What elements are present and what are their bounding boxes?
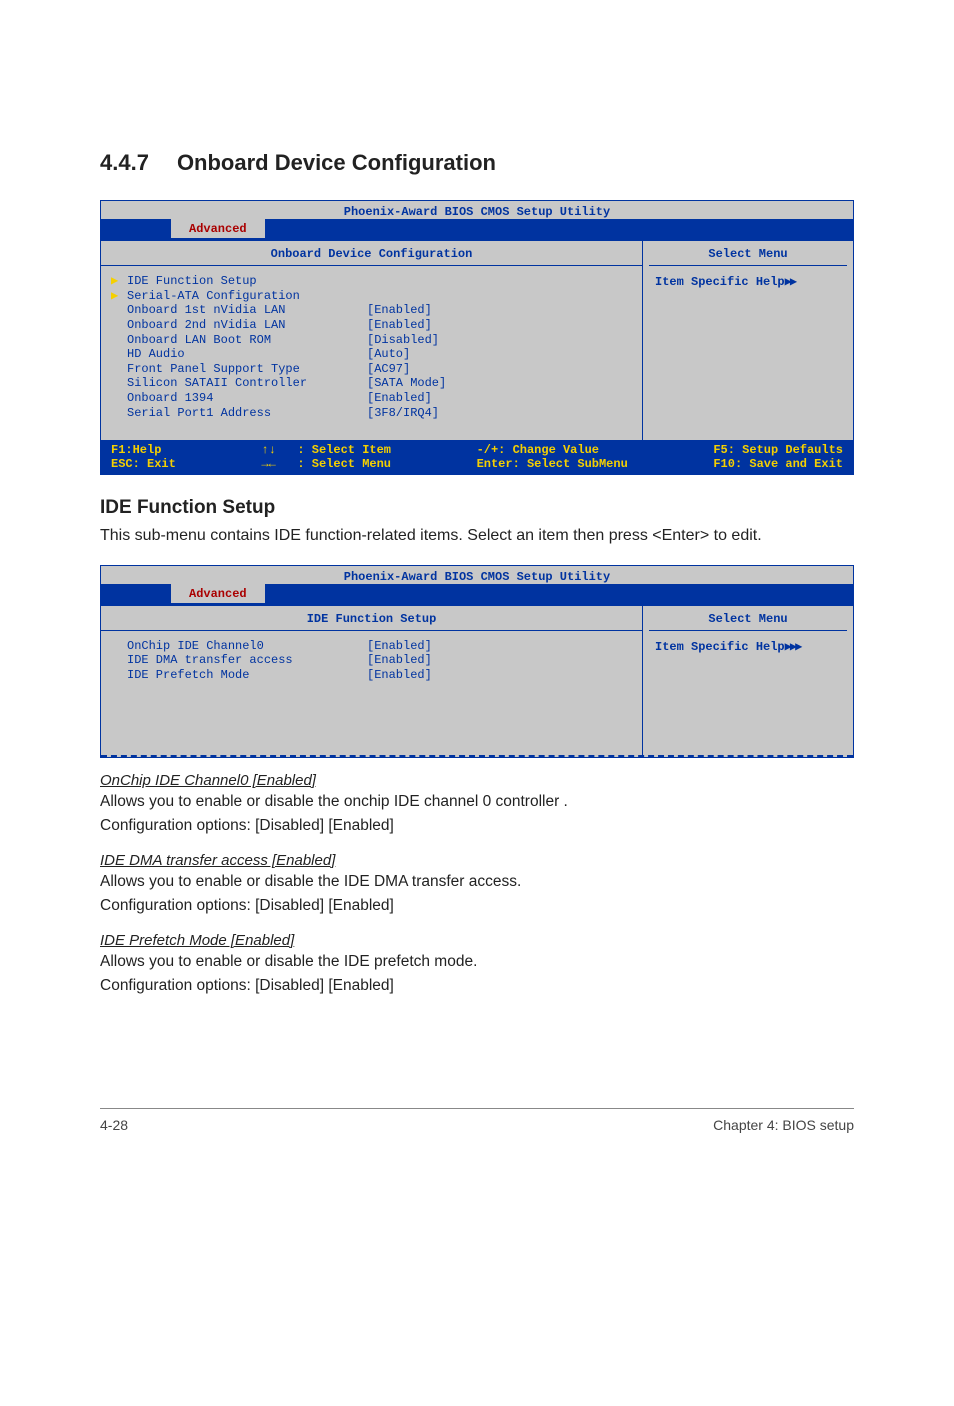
footer-f10: F10: Save and Exit (713, 457, 843, 471)
item-title: IDE Prefetch Mode [Enabled] (100, 932, 854, 949)
config-label: Onboard LAN Boot ROM (127, 333, 367, 348)
bios-config-row[interactable]: Onboard LAN Boot ROM[Disabled] (111, 333, 632, 348)
config-label: IDE DMA transfer access (127, 653, 367, 668)
bios-footer: F1:Help ESC: Exit ↑↓ : Select Item →← : … (101, 440, 853, 474)
submenu-arrow-icon (111, 639, 127, 654)
bios-config-row[interactable]: Silicon SATAII Controller[SATA Mode] (111, 376, 632, 391)
item-config-options: Configuration options: [Disabled] [Enabl… (100, 975, 854, 997)
submenu-arrow-icon (111, 318, 127, 333)
bios-tab-row: Advanced (101, 584, 853, 606)
footer-change-value: -/+: Change Value (477, 443, 599, 457)
config-value: [Enabled] (367, 639, 632, 654)
bios-right-panel: Select Menu Item Specific Help▶▶ (643, 241, 853, 440)
section-number: 4.4.7 (100, 150, 149, 176)
triangle-right-icon: ▶▶▶ (785, 640, 801, 654)
bios-config-row[interactable]: Onboard 1394[Enabled] (111, 391, 632, 406)
item-config-options: Configuration options: [Disabled] [Enabl… (100, 815, 854, 837)
bios-config-row[interactable]: Onboard 2nd nVidia LAN[Enabled] (111, 318, 632, 333)
config-value: [Enabled] (367, 318, 632, 333)
bios-config-row[interactable]: Front Panel Support Type[AC97] (111, 362, 632, 377)
config-label: OnChip IDE Channel0 (127, 639, 367, 654)
footer-f1: F1:Help (111, 443, 161, 457)
config-value: [Auto] (367, 347, 632, 362)
bios-screenshot-2: Phoenix-Award BIOS CMOS Setup Utility Ad… (100, 565, 854, 758)
bios-config-row[interactable]: ▶Serial-ATA Configuration (111, 289, 632, 304)
config-value: [Enabled] (367, 668, 632, 683)
bios-config-row[interactable]: ▶IDE Function Setup (111, 274, 632, 289)
config-label: Onboard 1st nVidia LAN (127, 303, 367, 318)
submenu-arrow-icon (111, 391, 127, 406)
bios-left-panel: IDE Function Setup OnChip IDE Channel0[E… (101, 606, 643, 755)
bios-left-title: IDE Function Setup (101, 610, 642, 631)
bios-right-title: Select Menu (649, 245, 847, 266)
config-value: [Enabled] (367, 653, 632, 668)
sub-heading: IDE Function Setup (100, 497, 854, 519)
bios-tab-advanced[interactable]: Advanced (171, 219, 265, 238)
bios-screenshot-1: Phoenix-Award BIOS CMOS Setup Utility Ad… (100, 200, 854, 475)
bios-config-row[interactable]: IDE Prefetch Mode[Enabled] (111, 668, 632, 683)
section-heading: 4.4.7 Onboard Device Configuration (100, 150, 854, 176)
config-value: [SATA Mode] (367, 376, 632, 391)
submenu-arrow-icon: ▶ (111, 289, 127, 304)
config-label: Silicon SATAII Controller (127, 376, 367, 391)
dashed-separator (101, 755, 853, 757)
item-desc: Allows you to enable or disable the IDE … (100, 951, 854, 973)
item-title: OnChip IDE Channel0 [Enabled] (100, 772, 854, 789)
config-label: Onboard 1394 (127, 391, 367, 406)
triangle-right-icon: ▶▶ (785, 275, 795, 289)
bios-config-row[interactable]: OnChip IDE Channel0[Enabled] (111, 639, 632, 654)
bios-right-hint: Item Specific Help (655, 275, 785, 289)
config-value: [Enabled] (367, 391, 632, 406)
item-title: IDE DMA transfer access [Enabled] (100, 852, 854, 869)
bios-title: Phoenix-Award BIOS CMOS Setup Utility (101, 201, 853, 219)
config-label: IDE Prefetch Mode (127, 668, 367, 683)
bios-right-title: Select Menu (649, 610, 847, 631)
config-value (367, 289, 632, 304)
bios-config-row[interactable]: Onboard 1st nVidia LAN[Enabled] (111, 303, 632, 318)
bios-tab-row: Advanced (101, 219, 853, 241)
bios-title: Phoenix-Award BIOS CMOS Setup Utility (101, 566, 853, 584)
page-number: 4-28 (100, 1117, 128, 1133)
section-title: Onboard Device Configuration (177, 150, 496, 175)
page-footer: 4-28 Chapter 4: BIOS setup (100, 1108, 854, 1133)
config-label: Serial Port1 Address (127, 406, 367, 421)
bios-config-row[interactable]: HD Audio[Auto] (111, 347, 632, 362)
submenu-arrow-icon (111, 303, 127, 318)
bios-tab-advanced[interactable]: Advanced (171, 584, 265, 603)
footer-select-item: ↑↓ : Select Item (261, 443, 391, 457)
bios-left-title: Onboard Device Configuration (101, 245, 642, 266)
footer-f5: F5: Setup Defaults (713, 443, 843, 457)
bios-right-panel: Select Menu Item Specific Help▶▶▶ (643, 606, 853, 755)
config-value: [3F8/IRQ4] (367, 406, 632, 421)
submenu-arrow-icon (111, 347, 127, 362)
config-value: [Disabled] (367, 333, 632, 348)
sub-paragraph: This sub-menu contains IDE function-rela… (100, 525, 854, 547)
submenu-arrow-icon (111, 668, 127, 683)
item-config-options: Configuration options: [Disabled] [Enabl… (100, 895, 854, 917)
config-label: Front Panel Support Type (127, 362, 367, 377)
config-label: HD Audio (127, 347, 367, 362)
item-desc: Allows you to enable or disable the onch… (100, 791, 854, 813)
item-desc: Allows you to enable or disable the IDE … (100, 871, 854, 893)
bios-right-hint: Item Specific Help (655, 640, 785, 654)
footer-enter: Enter: Select SubMenu (477, 457, 628, 471)
submenu-arrow-icon (111, 376, 127, 391)
config-value: [Enabled] (367, 303, 632, 318)
submenu-arrow-icon (111, 333, 127, 348)
submenu-arrow-icon (111, 406, 127, 421)
submenu-arrow-icon: ▶ (111, 274, 127, 289)
config-value: [AC97] (367, 362, 632, 377)
submenu-arrow-icon (111, 362, 127, 377)
bios-left-panel: Onboard Device Configuration ▶IDE Functi… (101, 241, 643, 440)
config-label: IDE Function Setup (127, 274, 367, 289)
config-value (367, 274, 632, 289)
config-label: Onboard 2nd nVidia LAN (127, 318, 367, 333)
footer-esc: ESC: Exit (111, 457, 176, 471)
config-label: Serial-ATA Configuration (127, 289, 367, 304)
bios-config-row[interactable]: Serial Port1 Address[3F8/IRQ4] (111, 406, 632, 421)
submenu-arrow-icon (111, 653, 127, 668)
bios-config-row[interactable]: IDE DMA transfer access[Enabled] (111, 653, 632, 668)
chapter-label: Chapter 4: BIOS setup (713, 1117, 854, 1133)
footer-select-menu: →← : Select Menu (261, 457, 391, 471)
